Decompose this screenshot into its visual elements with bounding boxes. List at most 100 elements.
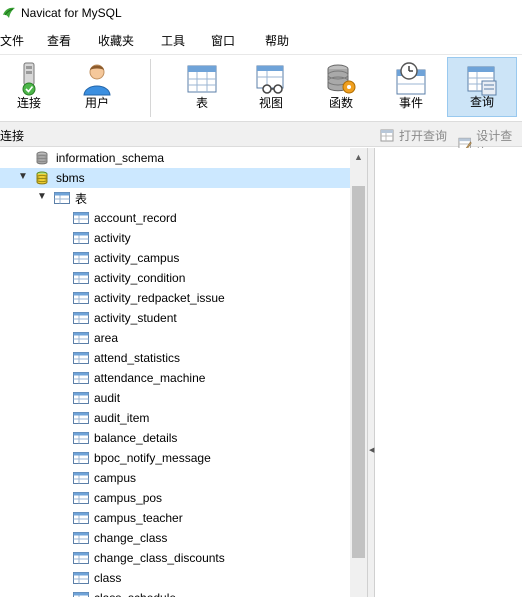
tree-item-table[interactable]: audit xyxy=(0,388,350,408)
connection-icon xyxy=(22,62,36,96)
table-name: balance_details xyxy=(94,431,178,445)
connection-button-label: 连接 xyxy=(16,96,41,110)
table-name: attendance_machine xyxy=(94,371,206,385)
function-button-label: 函数 xyxy=(328,96,353,110)
tree-item-table[interactable]: balance_details xyxy=(0,428,350,448)
tree-item-table[interactable]: change_class_discounts xyxy=(0,548,350,568)
table-name: change_class_discounts xyxy=(94,551,225,565)
table-icon xyxy=(73,352,89,364)
user-icon xyxy=(83,64,111,96)
table-name: account_record xyxy=(94,211,177,225)
menu-bar: 文件 查看 收藏夹 工具 窗口 帮助 xyxy=(0,30,522,50)
tree-item-table[interactable]: area xyxy=(0,328,350,348)
toolbar-separator xyxy=(150,59,151,117)
table-icon xyxy=(73,332,89,344)
table-name: change_class xyxy=(94,531,168,545)
database-name: sbms xyxy=(56,171,85,185)
open-query-button[interactable]: 打开查询 xyxy=(380,127,447,144)
tree-item-table[interactable]: campus_teacher xyxy=(0,508,350,528)
table-icon xyxy=(73,492,89,504)
splitter-grip-icon: ◀ xyxy=(369,447,375,454)
table-button[interactable]: 表 xyxy=(173,57,231,117)
table-name: campus_teacher xyxy=(94,511,183,525)
tables-folder-icon xyxy=(54,192,70,204)
database-name: information_schema xyxy=(56,151,165,165)
connection-button[interactable]: 连接 xyxy=(0,57,58,117)
table-icon xyxy=(73,432,89,444)
main-toolbar: 连接 用户 表 视图 函数 事件 查询 xyxy=(0,54,522,120)
scroll-up-arrow-icon[interactable]: ▲ xyxy=(350,148,367,165)
table-button-label: 表 xyxy=(195,96,208,110)
tree-item-table[interactable]: activity xyxy=(0,228,350,248)
table-icon xyxy=(73,372,89,384)
menu-tools[interactable]: 工具 xyxy=(161,32,185,49)
tree-item-table[interactable]: audit_item xyxy=(0,408,350,428)
tree-item-table[interactable]: attend_statistics xyxy=(0,348,350,368)
tree-item-database-selected[interactable]: ▼ sbms xyxy=(0,168,350,188)
chevron-down-icon[interactable]: ▼ xyxy=(18,171,28,182)
tree-item-table[interactable]: campus_pos xyxy=(0,488,350,508)
connection-panel-title: 连接 xyxy=(0,129,25,143)
table-name: bpoc_notify_message xyxy=(94,451,211,465)
menu-file[interactable]: 文件 xyxy=(0,32,24,49)
table-name: campus xyxy=(94,471,137,485)
tree-item-table[interactable]: activity_condition xyxy=(0,268,350,288)
table-icon xyxy=(73,552,89,564)
open-query-label: 打开查询 xyxy=(399,129,448,143)
table-icon xyxy=(73,252,89,264)
tree-item-table[interactable]: campus xyxy=(0,468,350,488)
window-title: Navicat for MySQL xyxy=(21,6,122,20)
query-button-label: 查询 xyxy=(469,95,494,109)
user-button[interactable]: 用户 xyxy=(68,57,126,117)
table-icon xyxy=(73,472,89,484)
menu-view[interactable]: 查看 xyxy=(47,32,71,49)
view-button-label: 视图 xyxy=(258,96,283,110)
tree-item-table[interactable]: activity_redpacket_issue xyxy=(0,288,350,308)
object-panel-header: 连接 打开查询 设计查询 xyxy=(0,121,522,160)
navicat-logo-icon xyxy=(3,7,15,19)
table-name: campus_pos xyxy=(94,491,163,505)
view-button[interactable]: 视图 xyxy=(242,57,300,117)
scrollbar-thumb[interactable] xyxy=(352,186,365,558)
title-bar: Navicat for MySQL xyxy=(0,0,522,26)
view-icon xyxy=(256,65,284,94)
tree-item-table[interactable]: bpoc_notify_message xyxy=(0,448,350,468)
tree-item-table[interactable]: class_schedule xyxy=(0,588,350,597)
table-name: activity_student xyxy=(94,311,177,325)
table-icon xyxy=(73,392,89,404)
table-name: activity_campus xyxy=(94,251,180,265)
table-name: class_schedule xyxy=(94,591,176,597)
database-green-icon xyxy=(36,171,48,185)
pane-splitter[interactable]: ◀ xyxy=(367,148,375,597)
query-button[interactable]: 查询 xyxy=(447,57,517,117)
tree-item-table[interactable]: class xyxy=(0,568,350,588)
tables-folder-label: 表 xyxy=(75,191,88,206)
tree-item-database[interactable]: information_schema xyxy=(0,148,350,168)
table-icon xyxy=(73,292,89,304)
tree-item-table[interactable]: change_class xyxy=(0,528,350,548)
table-icon xyxy=(73,592,89,597)
function-button[interactable]: 函数 xyxy=(312,57,370,117)
tree-item-tables-folder[interactable]: ▼ 表 xyxy=(0,188,350,208)
tree-scrollbar[interactable]: ▲ xyxy=(350,148,367,597)
menu-window[interactable]: 窗口 xyxy=(211,32,235,49)
table-name: audit_item xyxy=(94,411,150,425)
table-icon xyxy=(73,452,89,464)
tree-item-table[interactable]: activity_student xyxy=(0,308,350,328)
database-gray-icon xyxy=(36,151,48,165)
tree-item-table[interactable]: account_record xyxy=(0,208,350,228)
menu-help[interactable]: 帮助 xyxy=(265,32,289,49)
table-name: area xyxy=(94,331,119,345)
chevron-down-icon[interactable]: ▼ xyxy=(37,191,47,202)
tree-item-table[interactable]: attendance_machine xyxy=(0,368,350,388)
table-icon xyxy=(187,65,217,93)
event-icon xyxy=(396,62,426,95)
menu-favorites[interactable]: 收藏夹 xyxy=(98,32,134,49)
table-name: activity_condition xyxy=(94,271,186,285)
table-icon xyxy=(73,212,89,224)
table-name: attend_statistics xyxy=(94,351,181,365)
open-query-icon xyxy=(380,129,394,141)
event-button[interactable]: 事件 xyxy=(382,57,440,117)
table-name: activity_redpacket_issue xyxy=(94,291,225,305)
tree-item-table[interactable]: activity_campus xyxy=(0,248,350,268)
